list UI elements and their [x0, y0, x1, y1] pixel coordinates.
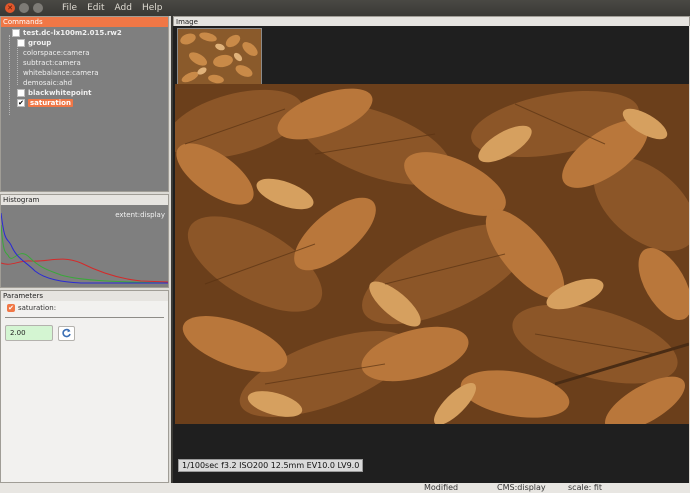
image-panel-title: Image — [173, 16, 690, 26]
status-scale: scale: fit — [568, 483, 603, 492]
checkbox-checked[interactable]: ✔ — [17, 99, 25, 107]
tree-item-label: subtract:camera — [23, 59, 81, 67]
tree-item-label: test.dc-lx100m2.015.rw2 — [23, 29, 122, 37]
tree-item-subtract[interactable]: subtract:camera — [23, 58, 81, 68]
tree-guide — [17, 45, 18, 85]
menu-file[interactable]: File — [57, 3, 82, 13]
menu-bar: ✕ File Edit Add Help — [0, 0, 690, 16]
histogram-green-curve — [1, 224, 168, 284]
tree-item-label: saturation — [28, 99, 73, 107]
reset-parameter-button[interactable] — [58, 326, 75, 341]
reset-icon — [62, 328, 71, 338]
checkbox[interactable] — [17, 39, 25, 47]
image-pane: Image 1/100sec f3.2 ISO200 12.5mm EV10.0… — [173, 16, 690, 483]
tree-item-label: demosaic:ahd — [23, 79, 73, 87]
parameters-panel: Parameters ✔ saturation: 2.00 — [0, 290, 169, 483]
saturation-checkbox[interactable]: ✔ — [7, 304, 15, 312]
menu-add[interactable]: Add — [110, 3, 137, 13]
tree-item-blackwhitepoint[interactable]: blackwhitepoint — [17, 88, 91, 98]
close-icon: ✕ — [7, 3, 13, 12]
histogram-view: extent:display — [1, 205, 168, 287]
histogram-curves — [1, 212, 168, 284]
tree-item-file[interactable]: test.dc-lx100m2.015.rw2 — [12, 28, 122, 38]
tree-item-label: group — [28, 39, 52, 47]
tree-item-demosaic[interactable]: demosaic:ahd — [23, 78, 72, 88]
parameters-panel-title: Parameters — [1, 291, 168, 301]
menu-edit[interactable]: Edit — [82, 3, 109, 13]
menu-help[interactable]: Help — [137, 3, 168, 13]
status-modified: Modified — [424, 483, 459, 492]
status-bar: Modified CMS:display scale: fit — [0, 483, 690, 493]
image-thumbnail[interactable] — [177, 28, 262, 86]
histogram-panel: Histogram extent:display — [0, 194, 169, 288]
tree-item-label: colorspace:camera — [23, 49, 90, 57]
commands-panel: Commands test.dc-lx100m2.015.rw2 group c… — [0, 16, 169, 192]
histogram-red-curve — [1, 258, 168, 283]
checkmark-icon: ✔ — [8, 304, 14, 312]
divider — [5, 317, 164, 318]
left-sidebar: Commands test.dc-lx100m2.015.rw2 group c… — [0, 16, 171, 483]
commands-panel-title: Commands — [1, 17, 168, 27]
tree-item-colorspace[interactable]: colorspace:camera — [23, 48, 90, 58]
close-window-button[interactable]: ✕ — [5, 3, 15, 13]
tree-item-saturation[interactable]: ✔ saturation — [17, 98, 73, 108]
tree-item-whitebalance[interactable]: whitebalance:camera — [23, 68, 99, 78]
checkbox[interactable] — [12, 29, 20, 37]
minimize-window-button[interactable] — [19, 3, 29, 13]
command-tree: test.dc-lx100m2.015.rw2 group colorspace… — [1, 27, 168, 191]
parameters-body: ✔ saturation: 2.00 — [1, 301, 168, 482]
tree-item-label: whitebalance:camera — [23, 69, 99, 77]
checkmark-icon: ✔ — [18, 98, 24, 107]
saturation-input[interactable]: 2.00 — [5, 325, 53, 341]
tree-item-label: blackwhitepoint — [28, 89, 92, 97]
saturation-toggle[interactable]: ✔ saturation: — [7, 304, 56, 312]
main-image-view[interactable] — [175, 84, 689, 424]
image-canvas[interactable]: 1/100sec f3.2 ISO200 12.5mm EV10.0 LV9.0 — [173, 26, 689, 483]
saturation-label: saturation: — [18, 304, 57, 312]
tree-guide — [9, 35, 10, 115]
status-cms: CMS:display — [497, 483, 546, 492]
exif-info-bar: 1/100sec f3.2 ISO200 12.5mm EV10.0 LV9.0 — [178, 459, 364, 472]
histogram-blue-curve — [1, 212, 168, 284]
checkbox[interactable] — [17, 89, 25, 97]
maximize-window-button[interactable] — [33, 3, 43, 13]
tree-item-group[interactable]: group — [17, 38, 51, 48]
histogram-panel-title: Histogram — [1, 195, 168, 205]
